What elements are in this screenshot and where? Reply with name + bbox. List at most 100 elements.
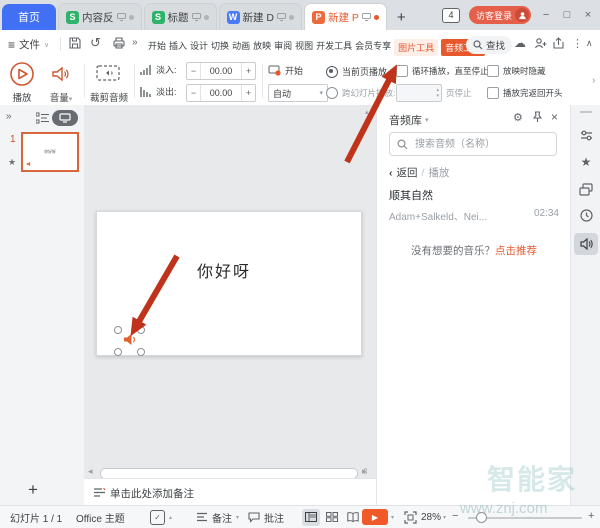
zoom-in-button[interactable]: + [588, 510, 594, 522]
caret-down-icon[interactable]: ▾ [436, 93, 439, 99]
menu-item-member[interactable]: 会员专享 [355, 39, 391, 56]
selection-handle[interactable] [137, 348, 145, 356]
fade-in-value[interactable]: 00.00 [200, 63, 242, 79]
tab-home[interactable]: 首页 [2, 4, 56, 30]
menu-item-view[interactable]: 视图 [295, 39, 313, 56]
checkbox-hide-during-show[interactable]: 放映时隐藏 [487, 65, 546, 77]
properties-sliders-icon[interactable] [571, 129, 600, 142]
scroll-up-icon[interactable]: ▴ [365, 108, 369, 116]
radio-unselected-icon[interactable] [326, 87, 338, 99]
expand-panel-icon[interactable]: » [6, 111, 12, 122]
share-icon[interactable] [552, 37, 565, 50]
start-mode-select[interactable]: 自动 ▾ [268, 84, 328, 102]
overflow-icon[interactable]: » [132, 37, 138, 48]
audio-object-icon[interactable] [123, 333, 137, 346]
menu-item-devtools[interactable]: 开发工具 [316, 39, 352, 56]
selection-handle[interactable] [137, 326, 145, 334]
checkbox-rewind-after-play[interactable]: 播放完返回开头 [487, 87, 563, 99]
tab-doc-1[interactable]: S 内容反 [58, 3, 142, 30]
thumbnail-view-toggle[interactable] [52, 110, 78, 126]
hamburger-menu-icon[interactable]: ≡ [8, 38, 15, 52]
fit-to-window-icon[interactable] [404, 511, 417, 524]
increment-button[interactable]: + [242, 85, 255, 101]
checkbox-icon[interactable] [487, 65, 499, 77]
page-stop-stepper[interactable]: ▴ ▾ [396, 84, 442, 102]
pin-panel-icon[interactable] [532, 111, 543, 123]
increment-button[interactable]: + [242, 63, 255, 79]
close-button[interactable]: × [582, 9, 594, 21]
checkbox-loop-playback[interactable]: 循环播放，直至停止 [396, 65, 489, 77]
selection-handle[interactable] [114, 348, 122, 356]
back-link[interactable]: 返回 [397, 165, 418, 180]
effects-star-icon[interactable]: ★ [571, 155, 600, 169]
recommend-link[interactable]: 点击推荐 [495, 245, 537, 257]
tab-doc-3[interactable]: W 新建 D [219, 3, 303, 30]
selection-handle[interactable] [114, 326, 122, 334]
fade-in-stepper[interactable]: − 00.00 + [186, 62, 256, 80]
radio-cross-slides[interactable]: 跨幻灯片播放: 至 [326, 87, 406, 99]
guest-login-button[interactable]: 访客登录 [469, 6, 531, 24]
scroll-left-icon[interactable]: ◂ [88, 466, 93, 477]
tab-doc-active[interactable]: P 新建 P [304, 3, 387, 30]
audio-search-input[interactable] [413, 138, 549, 151]
add-user-icon[interactable] [534, 37, 547, 50]
reading-view-button[interactable] [344, 509, 362, 526]
file-menu[interactable]: 文件 [19, 37, 40, 52]
dual-display-icon[interactable] [571, 183, 600, 196]
comments-toggle[interactable]: 批注 [248, 506, 284, 528]
panel-settings-icon[interactable]: ⚙ [513, 111, 523, 124]
audio-panel-toggle-active[interactable] [574, 233, 598, 255]
spellcheck-button[interactable]: ✓ ▴ [150, 506, 172, 528]
more-options-icon[interactable]: ⋮ [572, 37, 583, 50]
slide-sorter-view-button[interactable] [323, 509, 341, 526]
collapse-ribbon-icon[interactable]: ∧ [586, 38, 593, 49]
maximize-button[interactable]: □ [561, 9, 573, 21]
normal-view-button[interactable] [302, 509, 320, 526]
resize-notes-icon[interactable]: ⇕ [362, 467, 369, 476]
slide-canvas[interactable]: 你好呀 [96, 211, 362, 356]
new-tab-button[interactable]: + [397, 9, 406, 26]
checkbox-icon[interactable] [487, 87, 499, 99]
decrement-button[interactable]: − [187, 85, 200, 101]
caret-down-icon[interactable]: ▾ [391, 514, 394, 521]
menu-item-insert[interactable]: 插入 [169, 39, 187, 56]
back-icon[interactable]: ‹ [389, 167, 393, 179]
history-clock-icon[interactable] [571, 209, 600, 222]
save-icon[interactable] [68, 36, 82, 50]
decrement-button[interactable]: − [187, 63, 200, 79]
print-icon[interactable] [112, 36, 126, 50]
close-panel-icon[interactable]: × [551, 110, 558, 124]
find-button[interactable]: 查找 [466, 36, 512, 54]
zoom-out-button[interactable]: − [452, 510, 458, 522]
slide-text[interactable]: 你好呀 [197, 258, 251, 282]
play-audio-button[interactable] [9, 61, 35, 87]
theme-name[interactable]: Office 主题 [76, 510, 125, 525]
radio-selected-icon[interactable] [326, 66, 338, 78]
ribbon-expander-icon[interactable]: › [592, 75, 595, 86]
caret-down-icon[interactable]: ▾ [425, 116, 429, 124]
drag-handle[interactable] [580, 111, 592, 113]
outline-view-icon[interactable] [36, 112, 50, 124]
tab-doc-2[interactable]: S 标题 [144, 3, 217, 30]
notes-toggle[interactable]: 备注 ▾ [196, 506, 239, 528]
slideshow-play-button[interactable]: ▶ [362, 509, 388, 525]
fade-out-stepper[interactable]: − 00.00 + [186, 84, 256, 102]
picture-tools-tab[interactable]: 图片工具 [394, 39, 438, 56]
volume-button[interactable] [50, 64, 70, 84]
fade-out-value[interactable]: 00.00 [200, 85, 242, 101]
menu-item-start[interactable]: 开始 [148, 39, 166, 56]
radio-current-page[interactable]: 当前页播放 [326, 65, 387, 78]
zoom-level[interactable]: 28% ▾ [421, 506, 446, 528]
menu-item-transition[interactable]: 切换 [211, 39, 229, 56]
menu-item-slideshow[interactable]: 放映 [253, 39, 271, 56]
new-slide-button[interactable]: + [28, 480, 38, 500]
menu-item-animation[interactable]: 动画 [232, 39, 250, 56]
window-count-badge[interactable]: 4 [442, 8, 460, 23]
menu-item-design[interactable]: 设计 [190, 39, 208, 56]
menu-item-review[interactable]: 审阅 [274, 39, 292, 56]
undo-icon[interactable]: ↺ [90, 35, 101, 51]
song-list-item[interactable]: 顺其自然 Adam+Salkeld、Nei... 02:34 [389, 187, 559, 223]
cloud-sync-icon[interactable]: ☁ [514, 36, 526, 50]
checkbox-icon[interactable] [396, 65, 408, 77]
slide-thumbnail[interactable]: 你好呀 [21, 132, 79, 172]
